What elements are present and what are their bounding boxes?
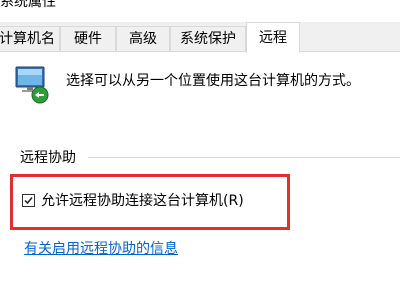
checkmark-icon: [24, 196, 33, 204]
remote-description: 选择可以从另一个位置使用这台计算机的方式。: [66, 73, 360, 89]
system-properties-window: 系统属性 计算机名 硬件 高级 系统保护 远程 选择可以从另一个位置使用这台计算…: [0, 0, 400, 300]
tab-computer-name[interactable]: 计算机名: [0, 26, 60, 51]
group-divider: [88, 157, 400, 158]
remote-computer-icon: [14, 65, 50, 105]
allow-remote-assistance-label: 允许远程协助连接这台计算机(R): [41, 193, 244, 209]
window-title: 系统属性: [0, 0, 56, 10]
remote-tab-panel: 选择可以从另一个位置使用这台计算机的方式。 远程协助 允许远程协助连接这台计算机…: [0, 52, 400, 300]
tab-system-protection[interactable]: 系统保护: [170, 26, 246, 51]
allow-remote-assistance-option[interactable]: 允许远程协助连接这台计算机(R): [22, 191, 244, 209]
tab-remote[interactable]: 远程: [246, 22, 300, 53]
tab-advanced[interactable]: 高级: [116, 26, 170, 51]
title-bar: 系统属性: [0, 0, 400, 17]
tab-hardware[interactable]: 硬件: [60, 26, 116, 51]
remote-assistance-info-link[interactable]: 有关启用远程协助的信息: [24, 238, 178, 258]
allow-remote-assistance-checkbox[interactable]: [22, 193, 35, 207]
remote-assistance-group-title: 远程协助: [20, 150, 76, 166]
